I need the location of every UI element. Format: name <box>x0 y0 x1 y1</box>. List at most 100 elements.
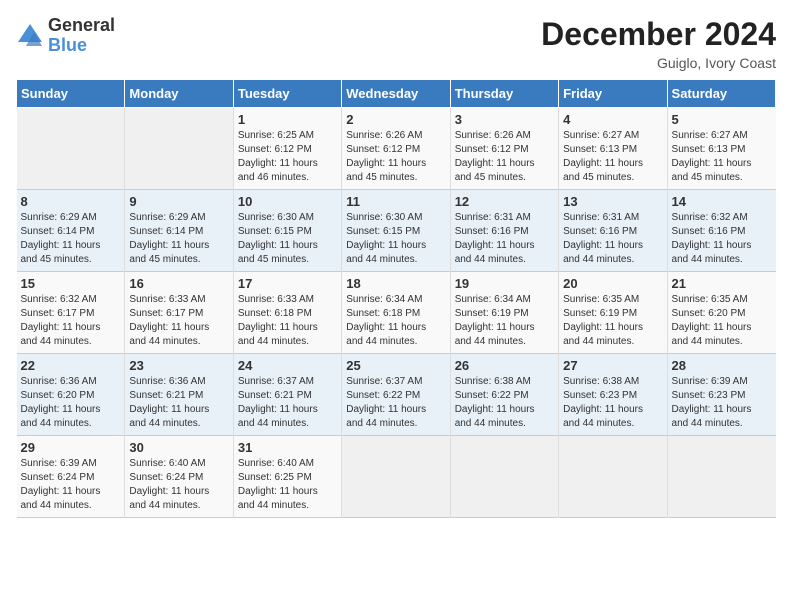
day-number: 20 <box>563 276 662 291</box>
calendar-cell: 5Sunrise: 6:27 AMSunset: 6:13 PMDaylight… <box>667 108 775 190</box>
day-number: 17 <box>238 276 337 291</box>
calendar-cell: 25 Sunrise: 6:37 AMSunset: 6:22 PMDayligh… <box>342 354 450 436</box>
calendar-cell <box>667 436 775 518</box>
calendar-cell: 9Sunrise: 6:29 AMSunset: 6:14 PMDaylight… <box>125 190 233 272</box>
day-number: 3 <box>455 112 554 127</box>
day-info: Sunrise: 6:31 AMSunset: 6:16 PMDaylight:… <box>563 211 662 267</box>
calendar-cell: 16 Sunrise: 6:33 AMSunset: 6:17 PMDayligh… <box>125 272 233 354</box>
calendar-cell: 30 Sunrise: 6:40 AMSunset: 6:24 PMDayligh… <box>125 436 233 518</box>
calendar-cell <box>125 108 233 190</box>
header-sunday: Sunday <box>17 80 125 108</box>
day-number: 25 <box>346 358 445 373</box>
day-info: Sunrise: 6:37 AMSunset: 6:22 PMDaylight:… <box>346 375 445 431</box>
calendar-cell: 19Sunrise: 6:34 AMSunset: 6:19 PMDayligh… <box>450 272 558 354</box>
header-wednesday: Wednesday <box>342 80 450 108</box>
day-info: Sunrise: 6:33 AMSunset: 6:17 PMDaylight:… <box>129 293 228 349</box>
day-number: 15 <box>21 276 121 291</box>
calendar-cell: 12 Sunrise: 6:31 AMSunset: 6:16 PMDayligh… <box>450 190 558 272</box>
day-number: 27 <box>563 358 662 373</box>
day-number: 26 <box>455 358 554 373</box>
day-number: 24 <box>238 358 337 373</box>
day-info: Sunrise: 6:39 AMSunset: 6:23 PMDaylight:… <box>672 375 772 431</box>
calendar-cell: 4 Sunrise: 6:27 AMSunset: 6:13 PMDaylight… <box>559 108 667 190</box>
calendar-cell: 13 Sunrise: 6:31 AMSunset: 6:16 PMDayligh… <box>559 190 667 272</box>
header-saturday: Saturday <box>667 80 775 108</box>
day-number: 22 <box>21 358 121 373</box>
location-title: Guiglo, Ivory Coast <box>541 55 776 71</box>
calendar-row-0: 1 Sunrise: 6:25 AMSunset: 6:12 PMDaylight… <box>17 108 776 190</box>
day-info: Sunrise: 6:37 AMSunset: 6:21 PMDaylight:… <box>238 375 337 431</box>
day-info: Sunrise: 6:40 AMSunset: 6:24 PMDaylight:… <box>129 457 228 513</box>
calendar-row-1: 8 Sunrise: 6:29 AMSunset: 6:14 PMDaylight… <box>17 190 776 272</box>
day-number: 16 <box>129 276 228 291</box>
calendar-cell: 27 Sunrise: 6:38 AMSunset: 6:23 PMDayligh… <box>559 354 667 436</box>
day-info: Sunrise: 6:32 AMSunset: 6:17 PMDaylight:… <box>21 293 121 349</box>
day-info: Sunrise: 6:25 AMSunset: 6:12 PMDaylight:… <box>238 129 337 185</box>
day-info: Sunrise: 6:38 AMSunset: 6:23 PMDaylight:… <box>563 375 662 431</box>
day-info: Sunrise: 6:29 AMSunset: 6:14 PMDaylight:… <box>21 211 121 267</box>
title-area: December 2024 Guiglo, Ivory Coast <box>541 16 776 71</box>
day-info: Sunrise: 6:30 AMSunset: 6:15 PMDaylight:… <box>346 211 445 267</box>
day-number: 9 <box>129 194 228 209</box>
day-info: Sunrise: 6:32 AMSunset: 6:16 PMDaylight:… <box>672 211 772 267</box>
day-number: 4 <box>563 112 662 127</box>
day-info: Sunrise: 6:34 AMSunset: 6:19 PMDaylight:… <box>455 293 554 349</box>
day-number: 8 <box>21 194 121 209</box>
calendar-cell <box>342 436 450 518</box>
calendar-row-3: 22 Sunrise: 6:36 AMSunset: 6:20 PMDayligh… <box>17 354 776 436</box>
day-info: Sunrise: 6:38 AMSunset: 6:22 PMDaylight:… <box>455 375 554 431</box>
day-number: 11 <box>346 194 445 209</box>
page-header: General Blue December 2024 Guiglo, Ivory… <box>16 16 776 71</box>
calendar-cell: 2 Sunrise: 6:26 AMSunset: 6:12 PMDaylight… <box>342 108 450 190</box>
day-number: 18 <box>346 276 445 291</box>
calendar-cell: 17 Sunrise: 6:33 AMSunset: 6:18 PMDayligh… <box>233 272 341 354</box>
day-number: 12 <box>455 194 554 209</box>
calendar-cell: 23 Sunrise: 6:36 AMSunset: 6:21 PMDayligh… <box>125 354 233 436</box>
day-number: 29 <box>21 440 121 455</box>
day-number: 5 <box>672 112 772 127</box>
calendar-cell <box>559 436 667 518</box>
calendar-table: Sunday Monday Tuesday Wednesday Thursday… <box>16 79 776 518</box>
day-info: Sunrise: 6:35 AMSunset: 6:20 PMDaylight:… <box>672 293 772 349</box>
calendar-cell: 28 Sunrise: 6:39 AMSunset: 6:23 PMDayligh… <box>667 354 775 436</box>
calendar-cell: 21 Sunrise: 6:35 AMSunset: 6:20 PMDayligh… <box>667 272 775 354</box>
calendar-cell: 3Sunrise: 6:26 AMSunset: 6:12 PMDaylight… <box>450 108 558 190</box>
day-info: Sunrise: 6:33 AMSunset: 6:18 PMDaylight:… <box>238 293 337 349</box>
day-info: Sunrise: 6:36 AMSunset: 6:21 PMDaylight:… <box>129 375 228 431</box>
header-tuesday: Tuesday <box>233 80 341 108</box>
day-info: Sunrise: 6:30 AMSunset: 6:15 PMDaylight:… <box>238 211 337 267</box>
calendar-cell: 18 Sunrise: 6:34 AMSunset: 6:18 PMDayligh… <box>342 272 450 354</box>
day-info: Sunrise: 6:34 AMSunset: 6:18 PMDaylight:… <box>346 293 445 349</box>
calendar-cell: 10Sunrise: 6:30 AMSunset: 6:15 PMDayligh… <box>233 190 341 272</box>
day-info: Sunrise: 6:40 AMSunset: 6:25 PMDaylight:… <box>238 457 337 513</box>
day-info: Sunrise: 6:36 AMSunset: 6:20 PMDaylight:… <box>21 375 121 431</box>
day-number: 28 <box>672 358 772 373</box>
day-number: 2 <box>346 112 445 127</box>
header-friday: Friday <box>559 80 667 108</box>
day-number: 1 <box>238 112 337 127</box>
day-number: 13 <box>563 194 662 209</box>
calendar-cell: 26 Sunrise: 6:38 AMSunset: 6:22 PMDayligh… <box>450 354 558 436</box>
day-info: Sunrise: 6:39 AMSunset: 6:24 PMDaylight:… <box>21 457 121 513</box>
day-number: 31 <box>238 440 337 455</box>
logo-general: General Blue <box>48 16 115 56</box>
calendar-cell: 24 Sunrise: 6:37 AMSunset: 6:21 PMDayligh… <box>233 354 341 436</box>
day-info: Sunrise: 6:26 AMSunset: 6:12 PMDaylight:… <box>346 129 445 185</box>
logo-icon <box>16 22 44 50</box>
header-monday: Monday <box>125 80 233 108</box>
day-number: 23 <box>129 358 228 373</box>
day-info: Sunrise: 6:31 AMSunset: 6:16 PMDaylight:… <box>455 211 554 267</box>
day-number: 30 <box>129 440 228 455</box>
day-number: 14 <box>672 194 772 209</box>
calendar-cell: 15 Sunrise: 6:32 AMSunset: 6:17 PMDayligh… <box>17 272 125 354</box>
calendar-cell: 20Sunrise: 6:35 AMSunset: 6:19 PMDayligh… <box>559 272 667 354</box>
calendar-cell <box>450 436 558 518</box>
calendar-header-row: Sunday Monday Tuesday Wednesday Thursday… <box>17 80 776 108</box>
day-number: 21 <box>672 276 772 291</box>
day-info: Sunrise: 6:27 AMSunset: 6:13 PMDaylight:… <box>563 129 662 185</box>
header-thursday: Thursday <box>450 80 558 108</box>
calendar-row-2: 15 Sunrise: 6:32 AMSunset: 6:17 PMDayligh… <box>17 272 776 354</box>
calendar-cell: 11 Sunrise: 6:30 AMSunset: 6:15 PMDayligh… <box>342 190 450 272</box>
calendar-cell: 31 Sunrise: 6:40 AMSunset: 6:25 PMDayligh… <box>233 436 341 518</box>
month-title: December 2024 <box>541 16 776 53</box>
